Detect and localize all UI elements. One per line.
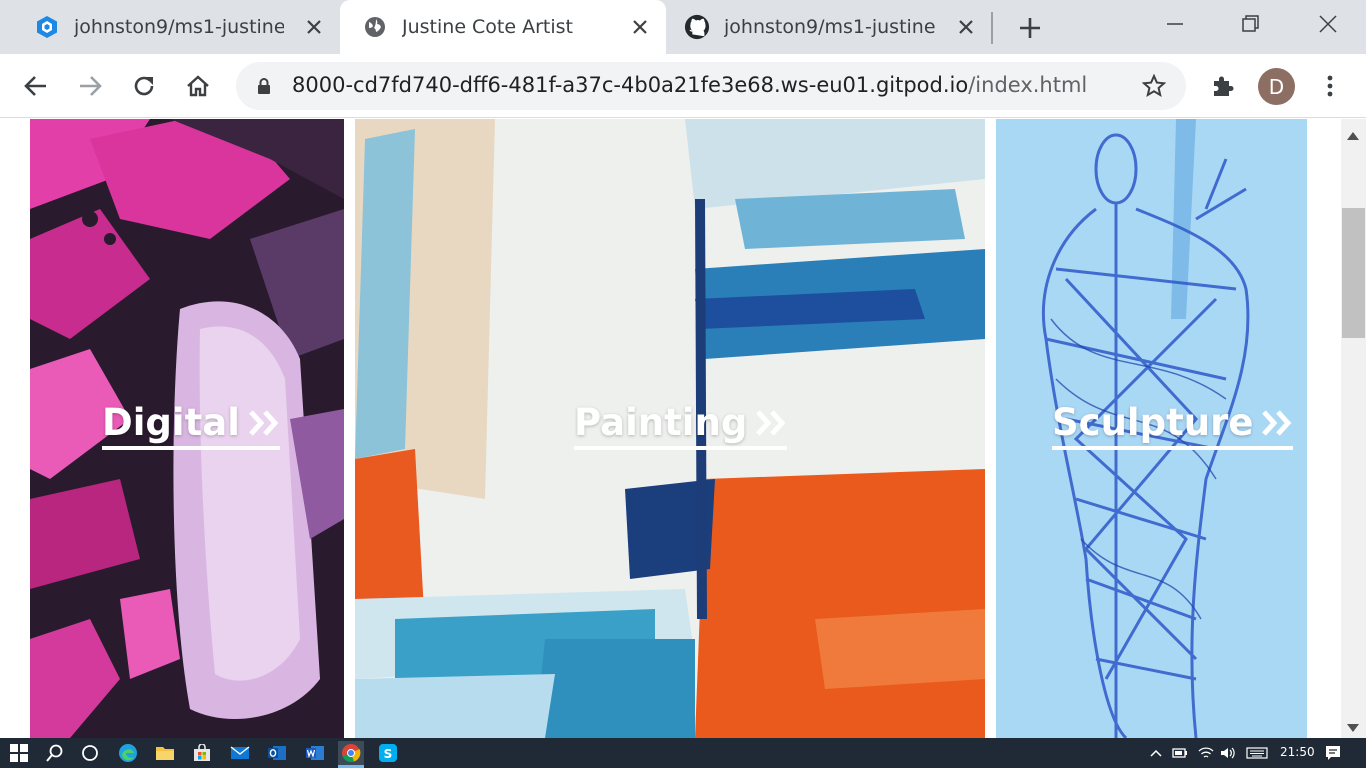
chevron-up-icon[interactable]	[1148, 741, 1164, 765]
category-link-sculpture[interactable]: Sculpture	[1052, 401, 1294, 450]
close-tab-icon[interactable]	[302, 15, 326, 39]
svg-text:S: S	[384, 747, 393, 761]
tab-separator	[991, 12, 993, 44]
tab-github[interactable]: johnston9/ms1-justine	[668, 0, 990, 54]
home-button[interactable]	[180, 68, 216, 104]
chrome-icon[interactable]	[338, 741, 364, 765]
url-text[interactable]: 8000-cd7fd740-dff6-481f-a37c-4b0a21fe3e6…	[292, 73, 1087, 97]
close-tab-icon[interactable]	[628, 15, 652, 39]
edge-icon[interactable]	[115, 741, 141, 765]
minimize-icon	[1167, 23, 1183, 25]
category-label: Digital	[102, 401, 240, 444]
store-icon[interactable]	[189, 741, 215, 765]
wifi-icon[interactable]	[1196, 741, 1216, 765]
home-icon	[187, 75, 209, 97]
tab-title: johnston9/ms1-justine	[724, 16, 936, 38]
new-tab-button[interactable]	[1014, 12, 1046, 44]
double-chevron-right-icon	[755, 409, 787, 437]
page-content: Digital Painting Sculpture	[0, 119, 1366, 738]
restore-button[interactable]	[1213, 0, 1289, 48]
close-tab-icon[interactable]	[954, 15, 978, 39]
category-link-digital[interactable]: Digital	[102, 401, 280, 450]
windows-taskbar: S 21:50	[0, 738, 1366, 768]
lock-icon[interactable]	[256, 77, 272, 100]
battery-icon[interactable]	[1170, 741, 1190, 765]
url-host: 8000-cd7fd740-dff6-481f-a37c-4b0a21fe3e6…	[292, 73, 969, 97]
keyboard-icon[interactable]	[1244, 741, 1270, 765]
double-chevron-right-icon	[248, 409, 280, 437]
browser-toolbar: 8000-cd7fd740-dff6-481f-a37c-4b0a21fe3e6…	[0, 54, 1366, 118]
file-explorer-icon[interactable]	[152, 741, 178, 765]
category-link-painting[interactable]: Painting	[574, 401, 788, 450]
category-card-digital[interactable]: Digital	[30, 119, 344, 738]
scroll-up-arrow-icon[interactable]	[1347, 127, 1359, 145]
plus-icon	[1020, 18, 1040, 38]
action-center-icon[interactable]	[1322, 741, 1344, 765]
minimize-button[interactable]	[1137, 0, 1213, 48]
tab-title: johnston9/ms1-justine -	[74, 16, 284, 38]
word-icon[interactable]	[302, 741, 328, 765]
bookmark-star-icon[interactable]	[1141, 73, 1167, 103]
category-label: Painting	[574, 401, 748, 444]
scrollbar-thumb[interactable]	[1342, 208, 1365, 338]
category-card-painting[interactable]: Painting	[355, 119, 985, 738]
chrome-menu-button[interactable]	[1312, 68, 1348, 104]
category-card-sculpture[interactable]: Sculpture	[996, 119, 1307, 738]
arrow-left-icon	[24, 76, 46, 96]
scroll-down-arrow-icon[interactable]	[1347, 719, 1359, 737]
reload-button[interactable]	[126, 68, 162, 104]
mail-icon[interactable]	[227, 741, 253, 765]
profile-avatar[interactable]: D	[1258, 68, 1295, 105]
github-icon	[684, 14, 710, 40]
tab-justine-cote-artist[interactable]: Justine Cote Artist	[340, 0, 666, 54]
url-path: /index.html	[968, 73, 1088, 97]
forward-button[interactable]	[72, 68, 108, 104]
puzzle-piece-icon	[1214, 76, 1234, 96]
gitpod-icon	[34, 14, 60, 40]
address-bar[interactable]: 8000-cd7fd740-dff6-481f-a37c-4b0a21fe3e6…	[236, 62, 1186, 110]
close-icon	[1319, 15, 1337, 33]
skype-icon[interactable]: S	[375, 741, 401, 765]
close-window-button[interactable]	[1290, 0, 1366, 48]
tab-gitpod[interactable]: johnston9/ms1-justine -	[0, 0, 338, 54]
restore-icon	[1242, 15, 1259, 32]
page-scrollbar[interactable]	[1341, 119, 1366, 738]
globe-icon	[362, 14, 388, 40]
arrow-right-icon	[80, 76, 102, 96]
extensions-button[interactable]	[1205, 68, 1241, 104]
category-label: Sculpture	[1052, 401, 1254, 444]
kebab-menu-icon	[1327, 75, 1333, 97]
reload-icon	[134, 76, 154, 96]
tab-strip: johnston9/ms1-justine - Justine Cote Art…	[0, 0, 1366, 54]
tab-title: Justine Cote Artist	[402, 16, 573, 38]
task-view-icon[interactable]	[77, 741, 103, 765]
back-button[interactable]	[18, 68, 54, 104]
start-icon[interactable]	[6, 741, 32, 765]
search-icon[interactable]	[42, 741, 68, 765]
volume-icon[interactable]	[1218, 741, 1238, 765]
outlook-icon[interactable]	[264, 741, 290, 765]
double-chevron-right-icon	[1261, 409, 1293, 437]
clock-time[interactable]: 21:50	[1280, 745, 1315, 759]
